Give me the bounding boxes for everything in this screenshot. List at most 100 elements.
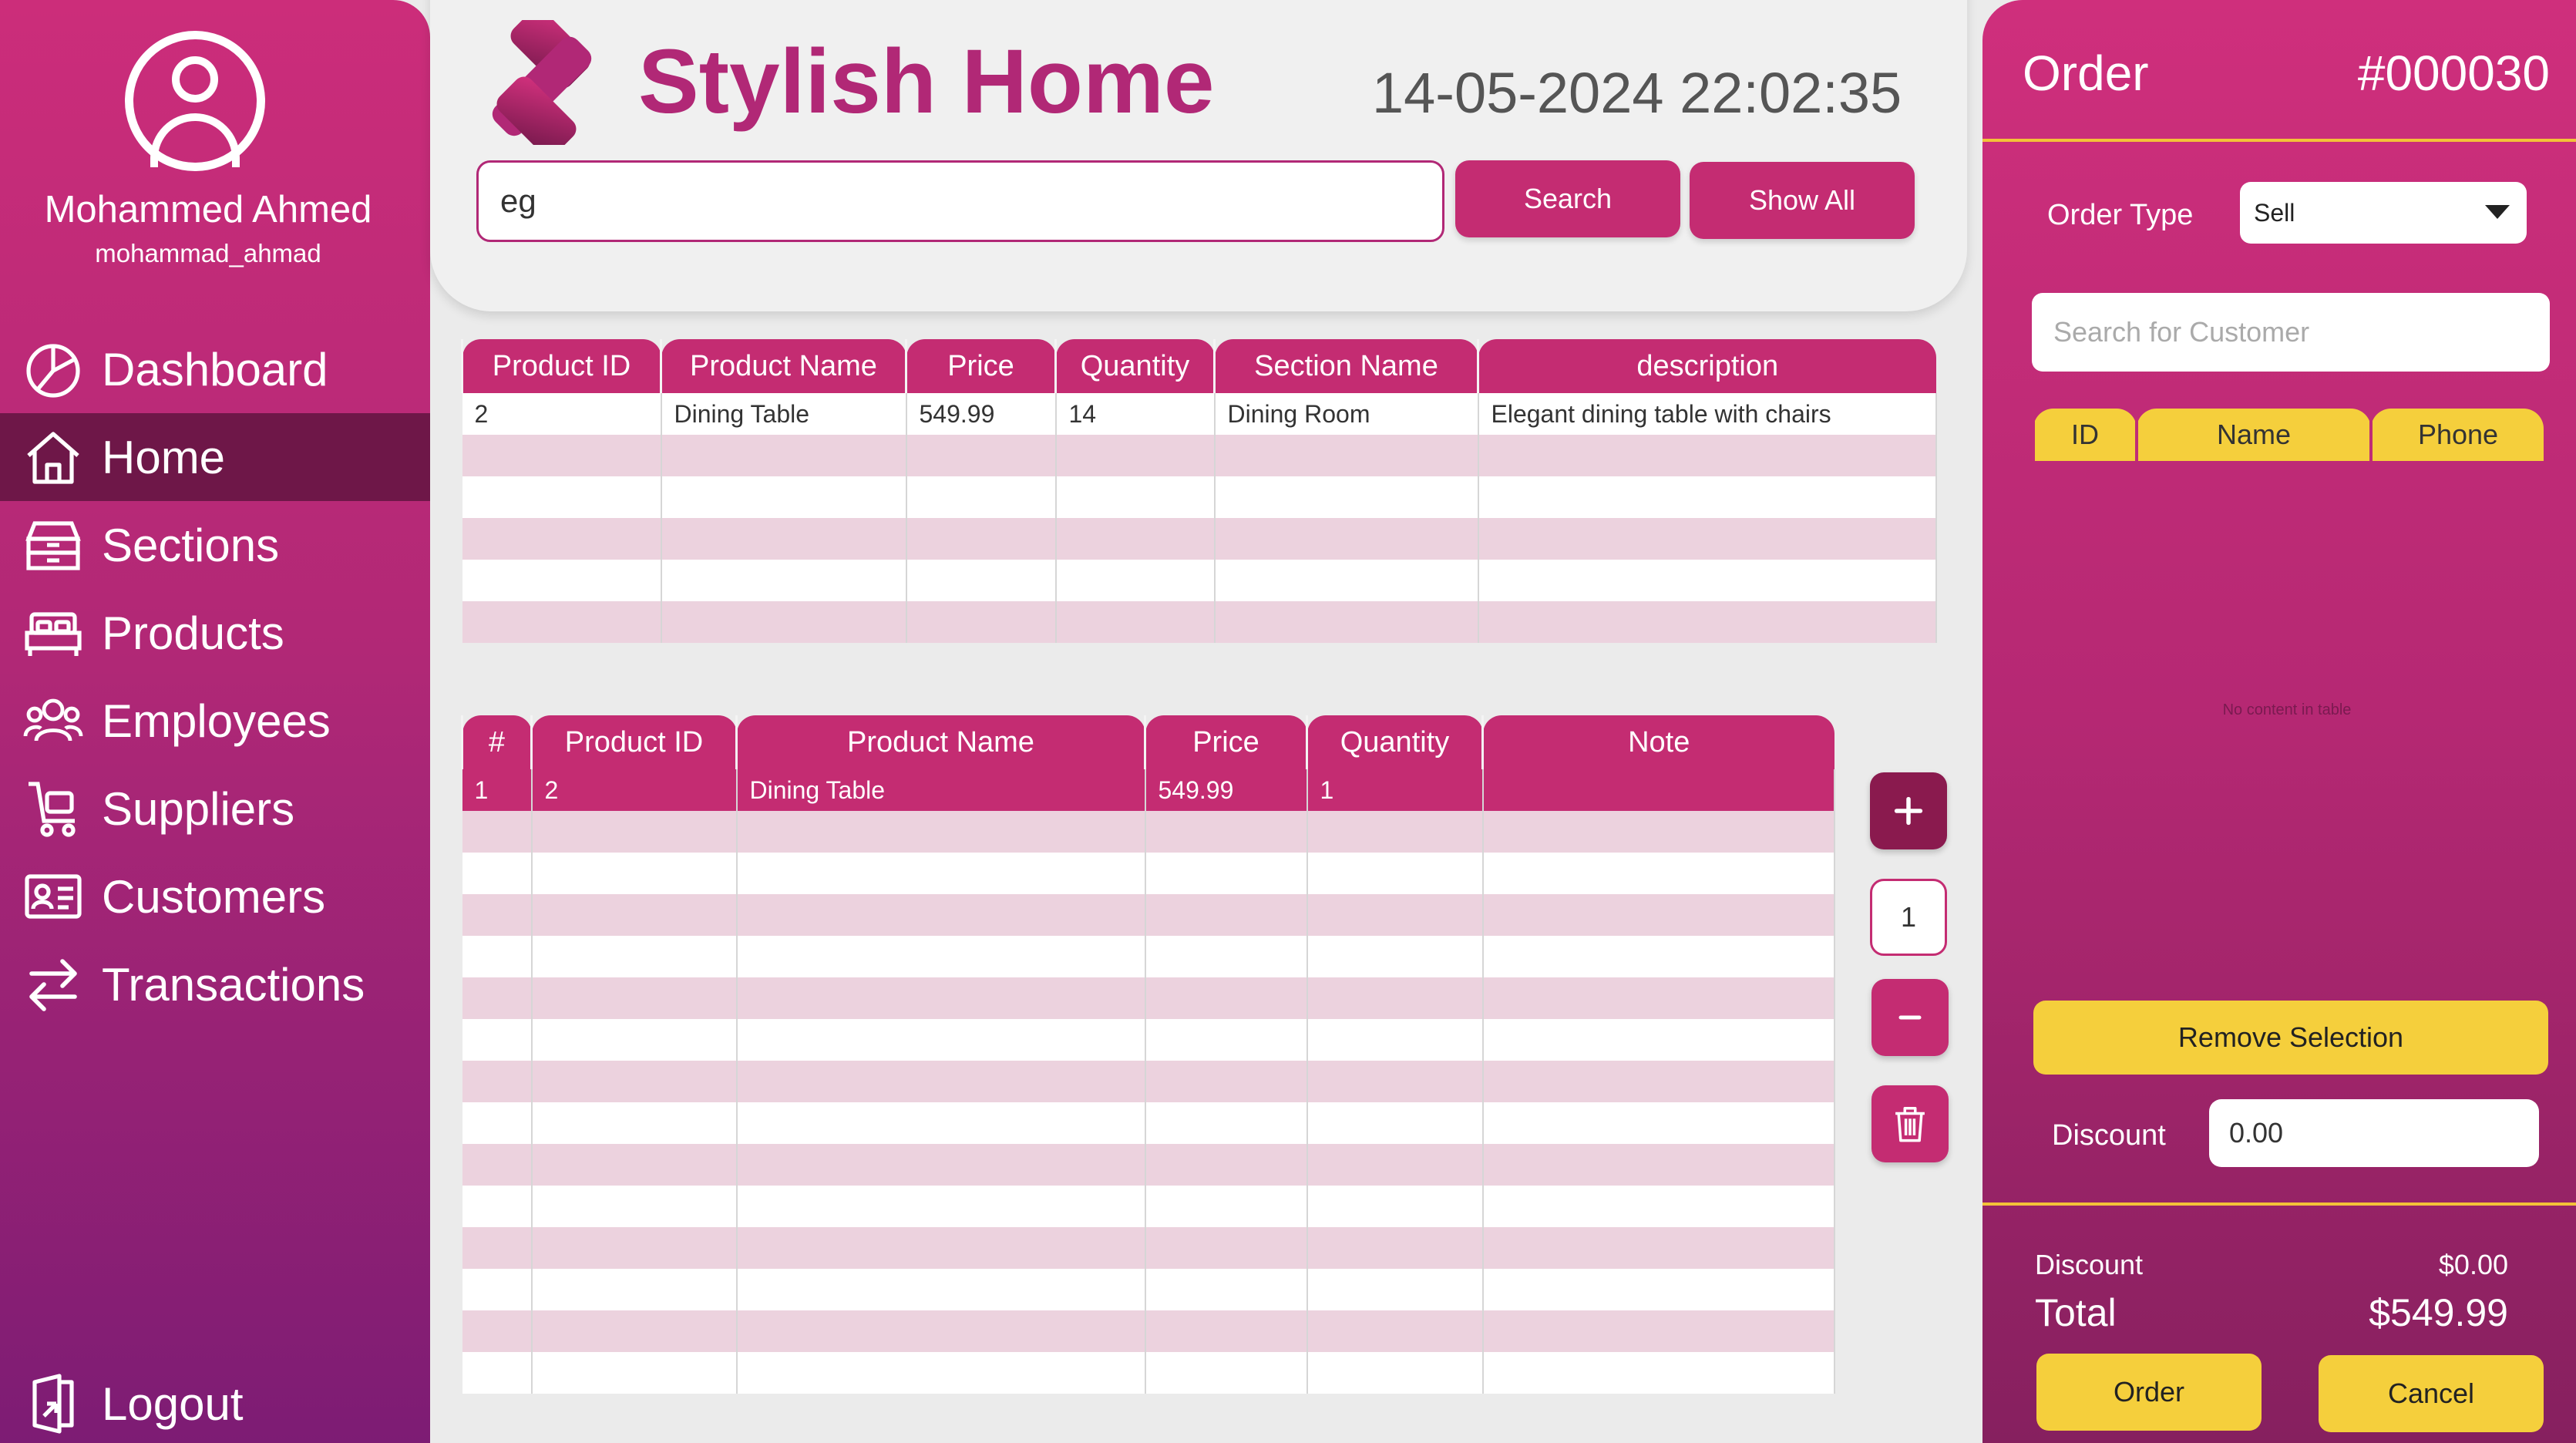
quantity-display[interactable]: 1 — [1870, 879, 1947, 956]
column-header[interactable]: Name — [2135, 409, 2371, 461]
table-row-selected[interactable]: 1 2 Dining Table 549.99 1 — [462, 769, 1835, 811]
nav-label-customers: Customers — [102, 870, 326, 923]
nav-item-home[interactable]: Home — [0, 413, 430, 501]
chevron-down-icon — [2485, 205, 2510, 219]
table-cell: 14 — [1055, 393, 1216, 435]
table-row-empty — [462, 1019, 1835, 1061]
table-row-empty — [462, 1186, 1835, 1227]
increase-quantity-button[interactable] — [1870, 772, 1947, 849]
column-header[interactable]: Quantity — [1054, 339, 1215, 393]
column-header[interactable]: Section Name — [1213, 339, 1478, 393]
id-card-icon — [22, 865, 85, 928]
datetime-display: 14-05-2024 22:02:35 — [1372, 61, 1902, 125]
nav-item-suppliers[interactable]: Suppliers — [0, 765, 430, 853]
nav-item-sections[interactable]: Sections — [0, 501, 430, 589]
total-label: Total — [2035, 1291, 2117, 1334]
table-row-empty — [462, 853, 1835, 894]
table-row-empty — [462, 811, 1835, 853]
column-header[interactable]: ID — [2032, 409, 2137, 461]
nav-item-dashboard[interactable]: Dashboard — [0, 325, 430, 413]
employees-icon — [22, 689, 85, 752]
table-row-empty — [462, 518, 1937, 560]
column-header[interactable]: Price — [1144, 715, 1307, 769]
remove-selection-button[interactable]: Remove Selection — [2033, 1001, 2548, 1075]
table-row-empty — [462, 1227, 1835, 1269]
column-header[interactable]: Phone — [2369, 409, 2544, 461]
column-header[interactable]: # — [461, 715, 532, 769]
table-row-empty — [462, 1310, 1835, 1352]
search-button[interactable]: Search — [1455, 160, 1680, 237]
cart-table-header: # Product ID Product Name Price Quantity… — [461, 715, 1834, 769]
logout-label: Logout — [102, 1377, 244, 1430]
user-name: Mohammed Ahmed — [44, 189, 372, 230]
customer-table-header: ID Name Phone — [2032, 409, 2544, 461]
nav-label-suppliers: Suppliers — [102, 782, 295, 835]
summary-discount-value: $0.00 — [2438, 1249, 2508, 1280]
cancel-order-button[interactable]: Cancel — [2319, 1355, 2544, 1432]
order-type-select[interactable]: Sell — [2240, 182, 2527, 244]
brand-logo-icon — [478, 8, 609, 156]
table-cell: 1 — [1306, 769, 1484, 811]
table-row-empty — [462, 1061, 1835, 1102]
table-row-empty — [462, 936, 1835, 977]
column-header[interactable]: Product ID — [530, 715, 737, 769]
table-row-empty — [462, 601, 1937, 643]
nav-item-customers[interactable]: Customers — [0, 853, 430, 940]
discount-label: Discount — [2052, 1119, 2166, 1152]
products-table: Product ID Product Name Price Quantity S… — [461, 339, 1937, 643]
delete-item-button[interactable] — [1871, 1085, 1949, 1162]
customer-search-input[interactable] — [2032, 293, 2550, 372]
nav-label-transactions: Transactions — [102, 958, 365, 1011]
table-cell: Dining Room — [1214, 393, 1479, 435]
home-icon — [22, 426, 85, 489]
column-header[interactable]: Product Name — [735, 715, 1145, 769]
minus-icon — [1898, 1015, 1922, 1020]
dashboard-icon — [22, 338, 85, 401]
sidebar: Mohammed Ahmed mohammad_ahmad Dashboard … — [0, 0, 430, 1443]
table-cell: 1 — [462, 769, 533, 811]
table-cell: 2 — [531, 769, 738, 811]
table-cell: 549.99 — [1145, 769, 1308, 811]
nav-label-home: Home — [102, 431, 226, 483]
transfer-arrows-icon — [22, 953, 85, 1016]
column-header[interactable]: Note — [1481, 715, 1834, 769]
cart-icon — [22, 777, 85, 840]
order-type-label: Order Type — [2047, 199, 2194, 231]
empty-table-placeholder: No content in table — [2222, 701, 2352, 718]
product-search-input[interactable] — [476, 160, 1444, 242]
column-header[interactable]: description — [1477, 339, 1936, 393]
column-header[interactable]: Product ID — [461, 339, 661, 393]
order-type-value: Sell — [2254, 198, 2295, 227]
show-all-button[interactable]: Show All — [1690, 162, 1915, 239]
table-row-empty — [462, 977, 1835, 1019]
column-header[interactable]: Quantity — [1306, 715, 1483, 769]
nav-label-products: Products — [102, 607, 284, 659]
table-row-empty — [462, 435, 1937, 476]
divider — [1982, 1202, 2576, 1206]
user-avatar-icon — [125, 31, 265, 171]
nav-item-products[interactable]: Products — [0, 589, 430, 677]
table-row-empty — [462, 560, 1937, 601]
logout-icon — [22, 1372, 85, 1435]
user-handle: mohammad_ahmad — [95, 239, 321, 267]
bed-icon — [22, 601, 85, 664]
column-header[interactable]: Price — [905, 339, 1056, 393]
logout-button[interactable]: Logout — [0, 1360, 430, 1443]
nav-item-transactions[interactable]: Transactions — [0, 940, 430, 1028]
table-row-empty — [462, 1102, 1835, 1144]
table-cell: Dining Table — [736, 769, 1146, 811]
table-cell: Elegant dining table with chairs — [1478, 393, 1937, 435]
table-cell: 2 — [462, 393, 662, 435]
place-order-button[interactable]: Order — [2036, 1354, 2262, 1431]
total-value: $549.99 — [2369, 1291, 2508, 1334]
decrease-quantity-button[interactable] — [1871, 979, 1949, 1056]
table-row-empty — [462, 1352, 1835, 1394]
divider — [1982, 139, 2576, 142]
column-header[interactable]: Product Name — [660, 339, 906, 393]
order-title: Order — [2023, 45, 2149, 101]
nav-label-dashboard: Dashboard — [102, 343, 328, 395]
nav-item-employees[interactable]: Employees — [0, 677, 430, 765]
discount-input[interactable] — [2209, 1099, 2539, 1167]
table-row-empty — [462, 1144, 1835, 1186]
table-row[interactable]: 2 Dining Table 549.99 14 Dining Room Ele… — [462, 393, 1937, 435]
